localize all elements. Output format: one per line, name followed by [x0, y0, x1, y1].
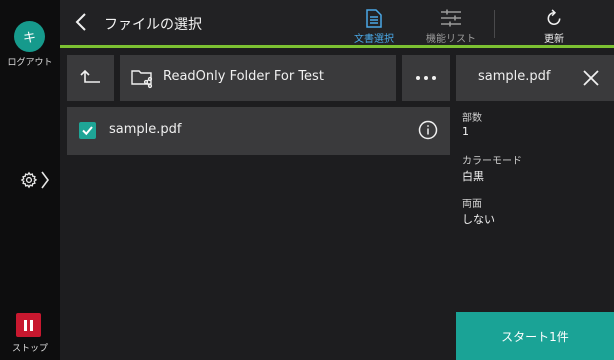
stop-label: ストップ [11, 344, 48, 354]
file-checkbox[interactable] [79, 122, 96, 139]
settings-button[interactable] [20, 167, 56, 193]
sliders-icon [441, 9, 461, 27]
more-dot [432, 76, 436, 80]
header-accent-line [60, 45, 614, 48]
function-list-label: 機能リスト [426, 34, 476, 45]
close-icon[interactable] [582, 69, 600, 87]
start-label: スタート1件 [501, 329, 569, 344]
function-list-button[interactable]: 機能リスト [420, 6, 482, 45]
back-arrow-icon[interactable] [70, 10, 92, 34]
more-options-button[interactable] [402, 55, 450, 101]
avatar-initial: キ [22, 31, 36, 46]
gear-icon [20, 171, 38, 189]
more-dot [424, 76, 428, 80]
more-dot [416, 76, 420, 80]
user-avatar[interactable]: キ [14, 21, 45, 52]
checkmark-icon [82, 126, 93, 136]
up-level-icon [80, 69, 100, 83]
file-name: sample.pdf [109, 122, 182, 137]
file-list-item[interactable]: sample.pdf [67, 107, 450, 155]
current-folder-path: ReadOnly Folder For Test [120, 55, 396, 101]
document-select-button[interactable]: 文書選択 [343, 6, 405, 45]
logout-label[interactable]: ログアウト [0, 55, 60, 68]
color-mode-label: カラーモード [462, 156, 522, 167]
details-body: 部数 1 カラーモード 白黒 両面 しない [456, 101, 614, 312]
document-select-label: 文書選択 [354, 34, 394, 45]
page-title: ファイルの選択 [104, 17, 202, 33]
parent-folder-button[interactable] [67, 55, 114, 101]
duplex-label: 両面 [462, 199, 482, 210]
chevron-right-icon [41, 171, 49, 189]
copies-label: 部数 [462, 113, 482, 124]
details-header: sample.pdf [456, 55, 614, 101]
copies-value: 1 [462, 125, 469, 138]
refresh-icon [547, 9, 561, 25]
refresh-button[interactable]: 更新 [523, 6, 585, 45]
duplex-value: しない [462, 213, 495, 226]
document-icon [366, 9, 382, 28]
color-mode-value: 白黒 [462, 170, 484, 183]
header-divider [494, 10, 495, 38]
details-title: sample.pdf [478, 69, 551, 84]
stop-button[interactable] [16, 313, 41, 337]
refresh-label: 更新 [544, 34, 564, 45]
info-icon[interactable] [418, 120, 438, 140]
stop-bar-left [24, 319, 27, 331]
stop-bar-right [30, 319, 33, 331]
start-button[interactable]: スタート1件 [456, 312, 614, 360]
shared-folder-icon [131, 70, 153, 89]
folder-name: ReadOnly Folder For Test [163, 69, 324, 84]
